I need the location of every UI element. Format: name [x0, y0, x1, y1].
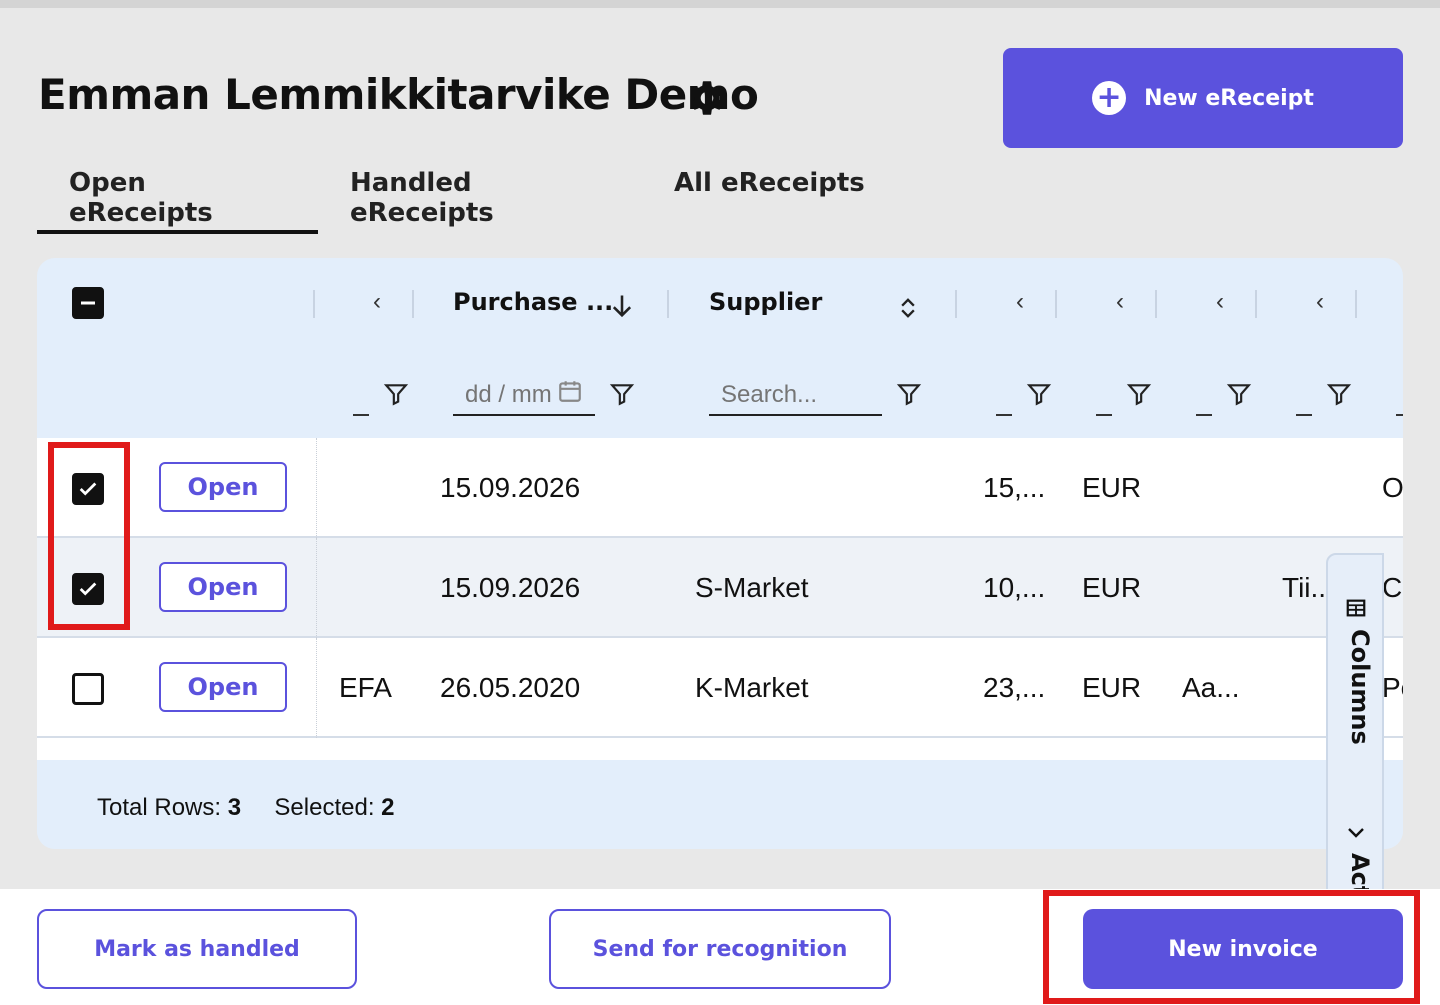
top-shadow — [0, 0, 1440, 8]
new-ereceipt-label: New eReceipt — [1144, 85, 1314, 111]
cell-supplier: S-Market — [695, 572, 809, 603]
tab-open-ereceipts[interactable]: Open eReceipts — [37, 160, 318, 234]
column-separator — [1255, 290, 1257, 318]
column-separator — [313, 290, 315, 318]
filter-input-collapsed[interactable] — [353, 414, 369, 416]
page-title: Emman Lemmikkitarvike Demo — [38, 70, 759, 119]
column-header-supplier[interactable]: Supplier — [709, 288, 822, 316]
table-row[interactable]: Open 15.09.2026 15,... EUR O — [37, 438, 1403, 538]
open-button[interactable]: Open — [159, 662, 287, 712]
cell-amount: 23,... — [983, 672, 1046, 703]
filter-input-collapsed[interactable] — [1396, 414, 1403, 416]
chevron-left-icon[interactable]: ‹ — [1106, 286, 1134, 318]
cell-currency: EUR — [1082, 672, 1142, 703]
supplier-search-input[interactable] — [709, 376, 882, 416]
filter-icon[interactable] — [1126, 381, 1152, 407]
tab-all-ereceipts[interactable]: All eReceipts — [642, 160, 942, 234]
filter-input-collapsed[interactable] — [1096, 414, 1112, 416]
cell-code: EFA — [339, 672, 392, 703]
column-separator — [1355, 290, 1357, 318]
cell-col-c: Co — [1382, 572, 1403, 603]
new-ereceipt-button[interactable]: + New eReceipt — [1003, 48, 1403, 148]
filter-icon[interactable] — [896, 381, 922, 407]
chevron-left-icon[interactable]: ‹ — [1006, 286, 1034, 318]
sort-unsorted-icon[interactable] — [894, 292, 922, 324]
columns-icon[interactable] — [1345, 597, 1367, 619]
cell-purchase-date: 15.09.2026 — [440, 572, 581, 603]
select-all-checkbox[interactable] — [72, 287, 104, 319]
cell-purchase-date: 26.05.2020 — [440, 672, 581, 703]
cell-purchase-date: 15.09.2026 — [440, 472, 581, 503]
cell-amount: 10,... — [983, 572, 1046, 603]
cell-col-c: O — [1382, 472, 1403, 503]
cell-currency: EUR — [1082, 572, 1142, 603]
gear-icon[interactable] — [686, 77, 728, 119]
new-invoice-button[interactable]: New invoice — [1083, 909, 1403, 989]
chevron-left-icon[interactable]: ‹ — [363, 286, 391, 318]
column-separator — [667, 290, 669, 318]
chevron-left-icon[interactable]: ‹ — [1206, 286, 1234, 318]
cell-col-c: Pe — [1382, 672, 1403, 703]
column-separator — [1155, 290, 1157, 318]
ereceipts-grid: ‹ Purchase ... Supplier ‹ ‹ ‹ ‹ dd / mm … — [37, 258, 1403, 849]
mark-as-handled-button[interactable]: Mark as handled — [37, 909, 357, 989]
row-checkbox[interactable] — [72, 673, 104, 705]
row-separator — [316, 638, 317, 738]
grid-empty-space — [37, 738, 1403, 760]
table-row[interactable]: Open 15.09.2026 S-Market 10,... EUR Tii.… — [37, 538, 1403, 638]
calendar-icon[interactable] — [557, 378, 583, 404]
send-for-recognition-button[interactable]: Send for recognition — [549, 909, 891, 989]
column-separator — [955, 290, 957, 318]
filter-icon[interactable] — [383, 381, 409, 407]
tab-handled-ereceipts[interactable]: Handled eReceipts — [318, 160, 642, 234]
cell-amount: 15,... — [983, 472, 1046, 503]
chevron-down-icon[interactable] — [1344, 820, 1368, 844]
cell-col-a: Aa... — [1182, 672, 1240, 703]
checkmark-icon — [79, 482, 97, 496]
selected-label: Selected: — [274, 794, 375, 821]
selected-value: 2 — [381, 794, 395, 821]
filter-icon[interactable] — [1326, 381, 1352, 407]
cell-currency: EUR — [1082, 472, 1142, 503]
row-checkbox[interactable] — [72, 573, 104, 605]
checkmark-icon — [79, 582, 97, 596]
column-header-purchase-date[interactable]: Purchase ... — [453, 288, 613, 316]
filter-icon[interactable] — [1026, 381, 1052, 407]
tab-bar: Open eReceipts Handled eReceipts All eRe… — [37, 160, 942, 234]
columns-toggle[interactable]: Columns — [1346, 629, 1374, 745]
row-separator — [316, 438, 317, 538]
grid-side-panel: Columns Actions — [1326, 553, 1384, 953]
row-checkbox[interactable] — [72, 473, 104, 505]
filter-input-collapsed[interactable] — [1196, 414, 1212, 416]
minus-icon — [81, 301, 95, 305]
grid-footer: Total Rows: 3 Selected: 2 — [37, 760, 1403, 849]
open-button[interactable]: Open — [159, 562, 287, 612]
filter-icon[interactable] — [609, 381, 635, 407]
filter-input-collapsed[interactable] — [1296, 414, 1312, 416]
row-count-summary: Total Rows: 3 Selected: 2 — [97, 794, 395, 822]
filter-input-collapsed[interactable] — [996, 414, 1012, 416]
cell-supplier: K-Market — [695, 672, 809, 703]
total-rows-value: 3 — [227, 794, 242, 821]
grid-header: ‹ Purchase ... Supplier ‹ ‹ ‹ ‹ — [37, 258, 1403, 438]
row-separator — [316, 538, 317, 638]
filter-icon[interactable] — [1226, 381, 1252, 407]
open-button[interactable]: Open — [159, 462, 287, 512]
total-rows-label: Total Rows: — [97, 794, 222, 821]
plus-circle-icon: + — [1092, 81, 1127, 115]
column-separator — [412, 290, 414, 318]
chevron-left-icon[interactable]: ‹ — [1306, 286, 1334, 318]
sort-desc-arrow-icon[interactable] — [608, 290, 636, 322]
table-row[interactable]: Open EFA 26.05.2020 K-Market 23,... EUR … — [37, 638, 1403, 738]
column-separator — [1055, 290, 1057, 318]
